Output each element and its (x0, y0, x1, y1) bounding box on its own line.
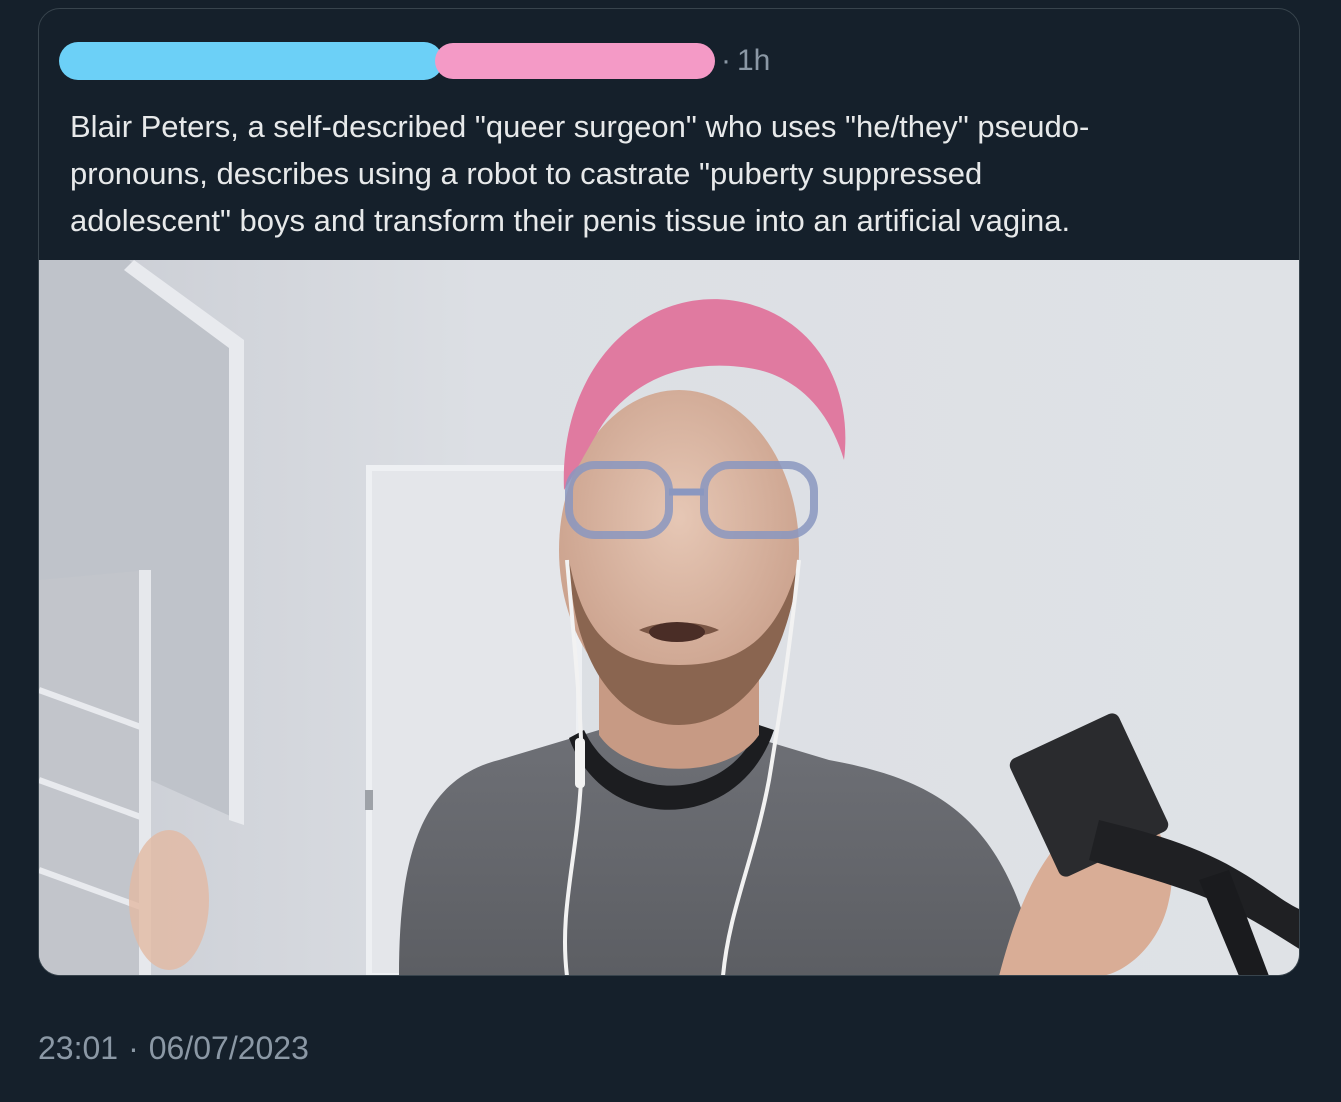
tweet-detail-view: · 1h Blair Peters, a self-described "que… (0, 0, 1341, 1102)
redacted-username[interactable] (435, 43, 715, 79)
redacted-display-name[interactable] (59, 42, 443, 80)
quoted-tweet-header: · 1h (59, 41, 770, 81)
quoted-tweet-text: Blair Peters, a self-described "queer su… (70, 109, 1090, 238)
separator-dot: · (128, 1030, 139, 1066)
tweet-media-video-frame[interactable] (39, 260, 1299, 975)
tweet-time: 23:01 (38, 1030, 119, 1066)
quoted-tweet-time[interactable]: · 1h (721, 44, 770, 78)
media-illustration (39, 260, 1299, 975)
separator-dot: · (721, 44, 731, 77)
time-ago: 1h (737, 44, 771, 77)
tweet-timestamp[interactable]: 23:01 · 06/07/2023 (38, 1030, 309, 1067)
tweet-date: 06/07/2023 (148, 1030, 309, 1066)
quoted-tweet-card[interactable]: · 1h Blair Peters, a self-described "que… (38, 8, 1300, 976)
